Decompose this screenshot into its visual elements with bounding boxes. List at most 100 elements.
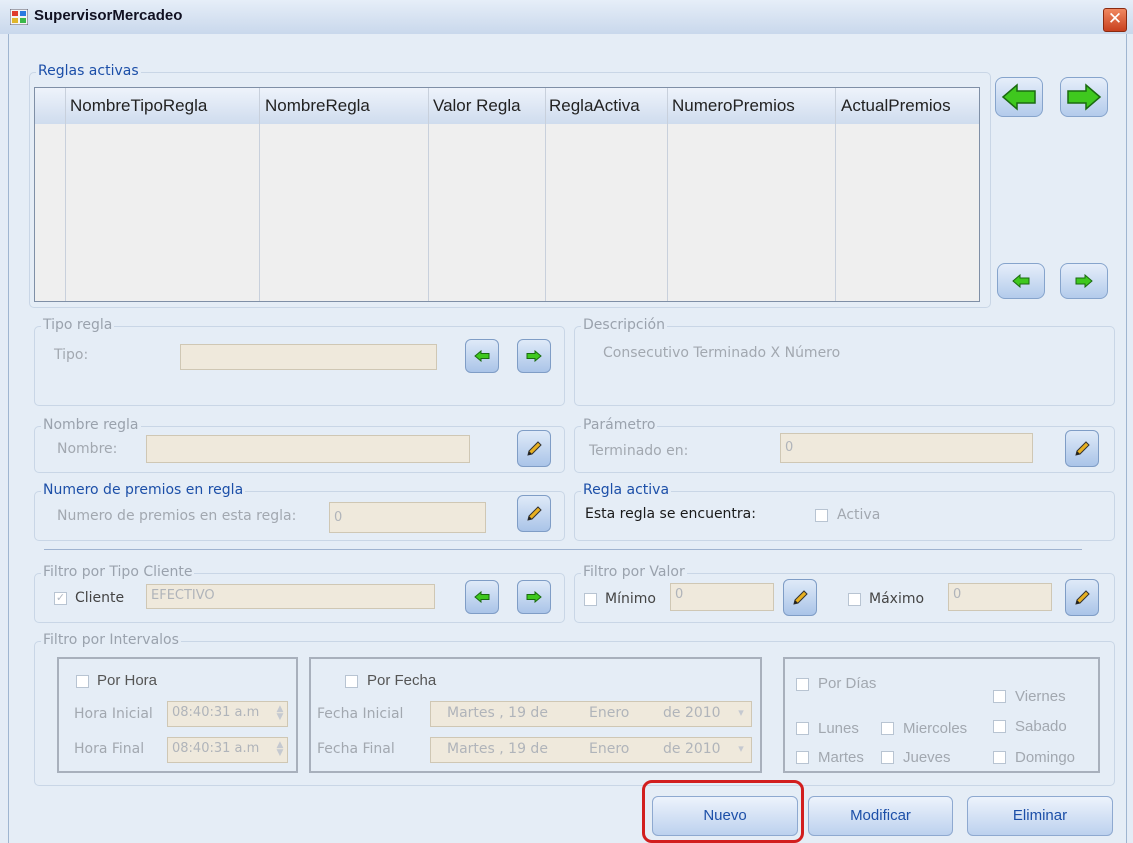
prev-large-button[interactable] (995, 77, 1043, 117)
tipo-field[interactable] (180, 344, 437, 370)
arrow-left-icon (474, 350, 490, 362)
group-legend: Nombre regla (41, 417, 141, 433)
minimo-edit-button[interactable] (783, 579, 817, 616)
regla-se-encuentra-label: Esta regla se encuentra: (585, 506, 756, 522)
sabado-checkbox[interactable] (993, 720, 1006, 733)
app-icon (10, 9, 28, 25)
close-button[interactable]: ✕ (1103, 8, 1127, 32)
hora-final-label: Hora Final (74, 741, 145, 757)
cliente-next-button[interactable] (517, 580, 551, 614)
col-header-numeropremios[interactable]: NumeroPremios (672, 96, 795, 116)
cliente-field[interactable]: EFECTIVO (146, 584, 435, 609)
martes-label: Martes (818, 749, 864, 766)
grid-col-divider (545, 88, 546, 301)
prev-small-button[interactable] (997, 263, 1045, 299)
por-hora-checkbox[interactable] (76, 675, 89, 688)
hora-final-value: 08:40:31 a.m (172, 741, 260, 756)
grid-col-divider (428, 88, 429, 301)
grid-col-divider (65, 88, 66, 301)
arrow-right-icon (1067, 83, 1102, 111)
tipo-label: Tipo: (54, 347, 89, 363)
lunes-label: Lunes (818, 720, 859, 737)
pencil-icon (527, 505, 542, 521)
maximo-field[interactable]: 0 (948, 583, 1052, 611)
group-legend: Numero de premios en regla (41, 482, 246, 498)
maximo-label: Máximo (869, 591, 925, 607)
tipo-prev-button[interactable] (465, 339, 499, 373)
group-legend: Reglas activas (36, 63, 141, 79)
por-fecha-checkbox[interactable] (345, 675, 358, 688)
grid-col-divider (667, 88, 668, 301)
chevron-down-icon[interactable]: ▾ (733, 740, 749, 758)
chevron-down-icon[interactable]: ▾ (733, 704, 749, 722)
viernes-checkbox[interactable] (993, 690, 1006, 703)
numero-premios-field[interactable]: 0 (329, 502, 486, 533)
col-header-nombretiporegla[interactable]: NombreTipoRegla (70, 96, 207, 116)
fecha-inicial-year: de 2010 (663, 705, 721, 721)
lunes-checkbox[interactable] (796, 722, 809, 735)
minimo-checkbox[interactable] (584, 593, 597, 606)
cliente-prev-button[interactable] (465, 580, 499, 614)
domingo-checkbox[interactable] (993, 751, 1006, 764)
tipo-next-button[interactable] (517, 339, 551, 373)
grid-col-divider (259, 88, 260, 301)
jueves-checkbox[interactable] (881, 751, 894, 764)
spinner-icon[interactable]: ▲ ▼ (275, 705, 285, 722)
nombre-edit-button[interactable] (517, 430, 551, 467)
fecha-inicial-label: Fecha Inicial (317, 706, 404, 722)
spinner-icon[interactable]: ▲ ▼ (275, 741, 285, 758)
domingo-label: Domingo (1015, 749, 1076, 766)
cliente-checkbox[interactable]: ✓ (54, 592, 67, 605)
sabado-label: Sabado (1015, 718, 1067, 735)
hora-inicial-field[interactable]: 08:40:31 a.m ▲ ▼ (167, 701, 288, 727)
col-header-reglaactiva[interactable]: ReglaActiva (549, 96, 640, 116)
modificar-button[interactable]: Modificar (808, 796, 953, 836)
minimo-field[interactable]: 0 (670, 583, 774, 611)
fecha-final-month: Enero (589, 741, 630, 757)
arrow-left-icon (1012, 274, 1030, 288)
hora-final-field[interactable]: 08:40:31 a.m ▲ ▼ (167, 737, 288, 763)
pencil-icon (1075, 589, 1090, 605)
col-header-valorregla[interactable]: Valor Regla (433, 96, 521, 116)
eliminar-button[interactable]: Eliminar (967, 796, 1113, 836)
maximo-edit-button[interactable] (1065, 579, 1099, 616)
por-hora-label: Por Hora (97, 672, 158, 689)
title-bar: SupervisorMercadeo ✕ (0, 0, 1133, 34)
arrow-left-icon (474, 591, 490, 603)
fecha-inicial-day: Martes , 19 de (447, 705, 548, 721)
nombre-field[interactable] (146, 435, 470, 463)
fecha-final-field[interactable]: Martes , 19 de Enero de 2010 ▾ (430, 737, 752, 763)
group-legend: Filtro por Intervalos (41, 632, 181, 648)
next-large-button[interactable] (1060, 77, 1108, 117)
group-descripcion: Descripción (574, 317, 1115, 406)
numero-premios-edit-button[interactable] (517, 495, 551, 532)
activa-checkbox[interactable] (815, 509, 828, 522)
miercoles-checkbox[interactable] (881, 722, 894, 735)
martes-checkbox[interactable] (796, 751, 809, 764)
col-header-actualpremios[interactable]: ActualPremios (841, 96, 951, 116)
grid-col-divider (835, 88, 836, 301)
por-dias-checkbox[interactable] (796, 678, 809, 691)
activa-label: Activa (837, 507, 881, 523)
pencil-icon (1075, 440, 1090, 456)
terminado-field[interactable]: 0 (780, 433, 1033, 463)
group-legend: Filtro por Tipo Cliente (41, 564, 195, 580)
divider (44, 549, 1082, 550)
por-fecha-label: Por Fecha (367, 672, 437, 689)
reglas-grid[interactable]: NombreTipoRegla NombreRegla Valor Regla … (34, 87, 980, 302)
miercoles-label: Miercoles (903, 720, 968, 737)
main-window: SupervisorMercadeo ✕ Reglas activas Nomb… (0, 0, 1133, 843)
fecha-inicial-month: Enero (589, 705, 630, 721)
descripcion-text: Consecutivo Terminado X Número (603, 345, 841, 361)
maximo-checkbox[interactable] (848, 593, 861, 606)
parametro-edit-button[interactable] (1065, 430, 1099, 467)
arrow-right-icon (526, 591, 542, 603)
fecha-final-label: Fecha Final (317, 741, 395, 757)
next-small-button[interactable] (1060, 263, 1108, 299)
fecha-inicial-field[interactable]: Martes , 19 de Enero de 2010 ▾ (430, 701, 752, 727)
por-dias-label: Por Días (818, 675, 877, 692)
col-header-nombreregla[interactable]: NombreRegla (265, 96, 370, 116)
arrow-right-icon (1075, 274, 1093, 288)
fecha-final-year: de 2010 (663, 741, 721, 757)
terminado-label: Terminado en: (589, 443, 689, 459)
